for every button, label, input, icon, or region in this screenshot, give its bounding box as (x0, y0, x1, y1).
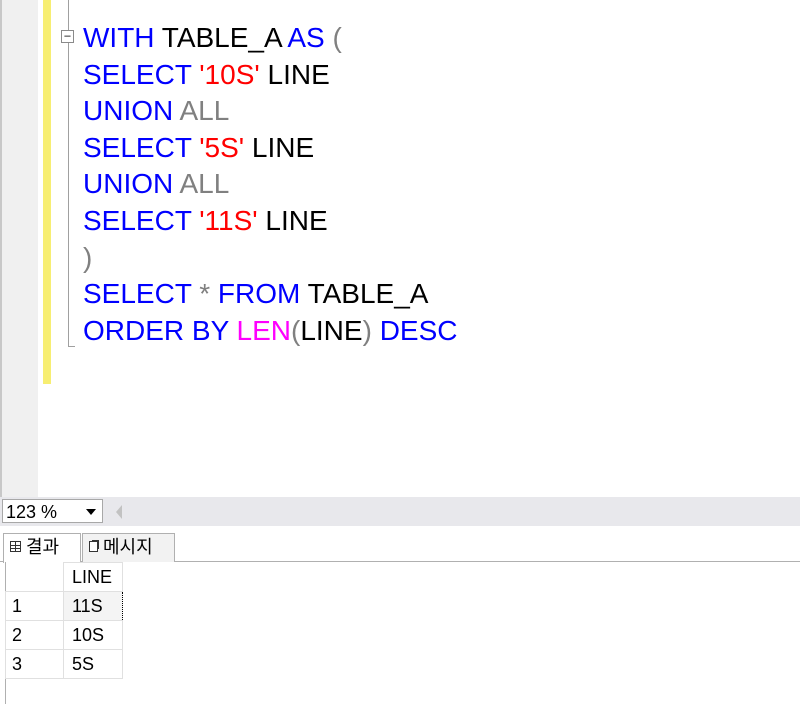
fold-guide (68, 43, 69, 347)
grid-icon (10, 540, 21, 552)
code-token-kw: SELECT (83, 131, 192, 163)
code-line[interactable]: UNION ALL (83, 93, 229, 129)
code-token-str: '10S' (199, 58, 260, 90)
code-line[interactable]: SELECT '11S' LINE (83, 203, 328, 239)
code-token-id: TABLE_A (154, 22, 288, 53)
code-token-str: '11S' (199, 205, 258, 236)
row-number[interactable]: 2 (5, 620, 64, 650)
code-token-op: ( (291, 314, 301, 346)
tab-messages[interactable]: 메시지 (82, 533, 175, 562)
code-token-kw: UNION (83, 95, 174, 127)
code-token-kw: SELECT (83, 205, 192, 236)
code-token-id: LINE (300, 314, 363, 346)
table-cell[interactable]: 10S (63, 620, 123, 650)
code-token-op: ( (324, 22, 342, 53)
chevron-down-icon[interactable] (86, 509, 96, 515)
table-row[interactable]: 2 10S (5, 620, 123, 650)
code-line[interactable]: ) (83, 240, 92, 276)
scroll-left-icon[interactable] (116, 505, 122, 519)
collapse-icon[interactable]: − (61, 30, 74, 43)
row-number[interactable]: 3 (5, 649, 64, 679)
code-line[interactable]: SELECT '5S' LINE (83, 130, 314, 166)
code-token-kw: WITH (83, 22, 155, 53)
table-cell[interactable]: 11S (63, 591, 123, 621)
code-token-kw: SELECT (83, 278, 192, 310)
change-tracking-bar (43, 0, 51, 384)
code-token-kw: AS (287, 22, 325, 53)
table-row[interactable]: 1 11S (5, 591, 123, 621)
code-token-str: '5S' (199, 131, 245, 163)
code-line[interactable]: SELECT * FROM TABLE_A (83, 276, 428, 312)
zoom-dropdown[interactable]: 123 % (2, 499, 103, 523)
code-line[interactable]: UNION ALL (83, 166, 229, 202)
code-token-op: ALL (173, 95, 230, 127)
code-line[interactable]: WITH TABLE_A AS ( (83, 20, 342, 56)
code-token-op: ) (83, 241, 93, 273)
editor-gutter (0, 0, 38, 497)
column-header-line[interactable]: LINE (63, 562, 123, 592)
table-cell[interactable]: 5S (63, 649, 123, 679)
row-number[interactable]: 1 (5, 591, 64, 621)
code-token-kw: SELECT (83, 58, 192, 90)
message-icon (89, 540, 98, 552)
zoom-value: 123 % (6, 502, 58, 522)
code-token-id (372, 315, 380, 346)
grid-corner[interactable] (5, 562, 64, 592)
code-token-id: LINE (259, 58, 330, 90)
code-token-kw: DESC (379, 314, 458, 346)
gutter-edge (0, 0, 2, 497)
table-row[interactable]: 3 5S (5, 649, 123, 679)
tab-results-label: 결과 (26, 537, 60, 557)
code-token-op: ) (362, 314, 372, 346)
code-line[interactable]: ORDER BY LEN(LINE) DESC (83, 313, 457, 349)
results-grid[interactable]: LINE 1 11S 2 10S 3 5S (5, 562, 123, 679)
code-token-kw: FROM (217, 278, 301, 310)
code-token-id (229, 315, 237, 346)
query-editor[interactable]: − WITH TABLE_A AS (SELECT '10S' LINE UNIO… (0, 0, 800, 497)
code-token-op: * (191, 278, 218, 310)
code-token-id: LINE (257, 205, 328, 236)
code-token-kw: ORDER BY (83, 314, 229, 346)
code-token-op: ALL (173, 168, 230, 200)
tab-results[interactable]: 결과 (3, 533, 81, 563)
fold-guide-top (68, 0, 69, 30)
header-row: LINE (5, 562, 123, 592)
code-token-fn: LEN (236, 314, 291, 346)
fold-guide-end (68, 346, 75, 347)
code-token-kw: UNION (83, 168, 174, 200)
code-token-id: LINE (244, 131, 315, 163)
tab-messages-label: 메시지 (103, 537, 153, 557)
code-token-id: TABLE_A (300, 278, 429, 310)
code-line[interactable]: SELECT '10S' LINE (83, 57, 330, 93)
results-grid-area (5, 562, 800, 704)
